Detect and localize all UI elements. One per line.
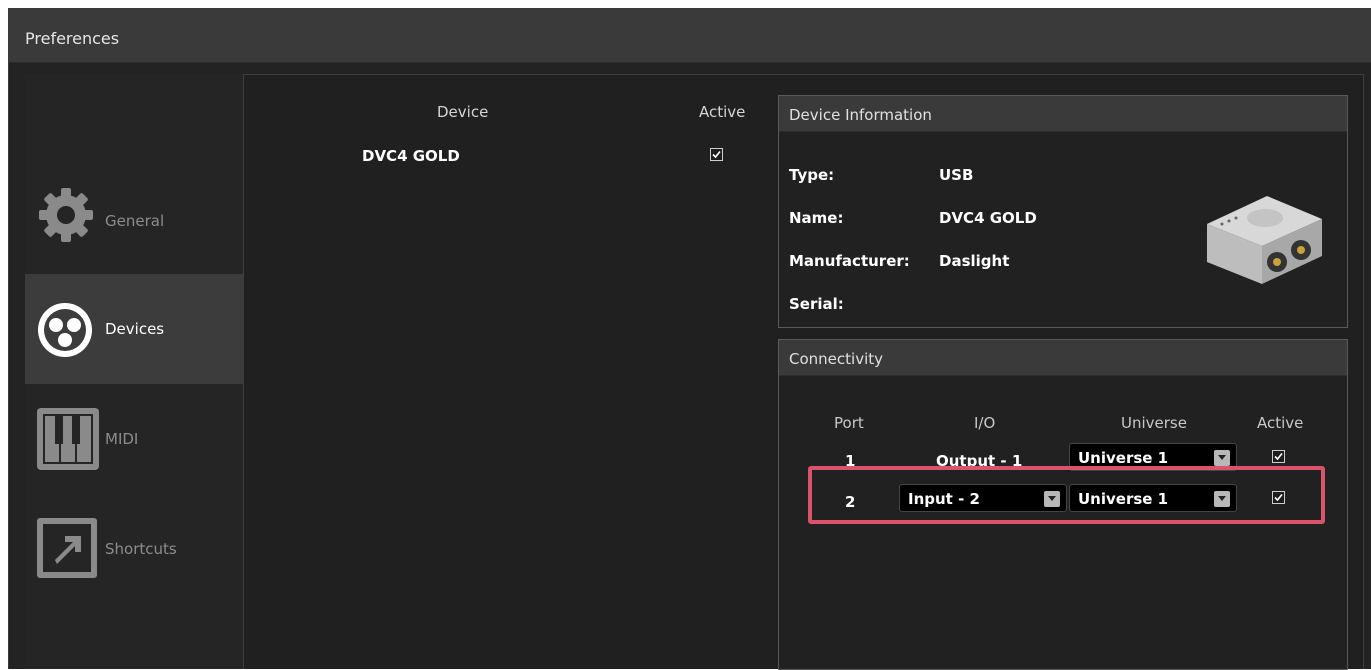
piano-keys-icon xyxy=(35,406,101,476)
sidebar-item-label: General xyxy=(105,212,165,230)
manufacturer-value: Daslight xyxy=(939,252,1010,270)
port-column-header: Port xyxy=(834,414,864,432)
name-value: DVC4 GOLD xyxy=(939,209,1037,227)
shortcut-arrow-icon xyxy=(35,516,99,584)
sidebar: General Devices MIDI Shortcuts xyxy=(25,74,243,669)
manufacturer-label: Manufacturer: xyxy=(789,252,910,270)
device-information-header: Device Information xyxy=(779,96,1347,132)
title-bar: Preferences xyxy=(9,8,1371,63)
io-column-header: I/O xyxy=(974,414,996,432)
type-value: USB xyxy=(939,166,974,184)
universe-column-header: Universe xyxy=(1121,414,1187,432)
sidebar-item-devices[interactable]: Devices xyxy=(25,274,243,384)
active-column-header: Active xyxy=(1257,414,1304,432)
sidebar-item-label: Shortcuts xyxy=(105,540,177,558)
device-information-group: Device Information Type: USB Name: DVC4 … xyxy=(778,95,1348,328)
active-column-header: Active xyxy=(699,103,746,121)
serial-label: Serial: xyxy=(789,295,844,313)
device-information-title: Device Information xyxy=(789,106,932,124)
preferences-window: Preferences General Devices MIDI Shortcu… xyxy=(8,8,1371,670)
port-active-checkbox[interactable] xyxy=(1272,450,1285,463)
sidebar-item-midi[interactable]: MIDI xyxy=(25,384,243,494)
type-label: Type: xyxy=(789,166,835,184)
device-name[interactable]: DVC4 GOLD xyxy=(362,147,460,165)
device-image xyxy=(1197,184,1327,298)
devices-panel: Device Active DVC4 GOLD Device Informati… xyxy=(243,74,1364,670)
chevron-down-icon xyxy=(1214,450,1230,466)
dmx-connector-icon xyxy=(35,300,95,364)
sidebar-item-general[interactable]: General xyxy=(25,166,243,276)
device-active-checkbox[interactable] xyxy=(710,148,723,161)
connectivity-header: Connectivity xyxy=(779,340,1347,376)
window-title: Preferences xyxy=(25,29,120,48)
universe-select-value: Universe 1 xyxy=(1078,449,1169,467)
sidebar-item-shortcuts[interactable]: Shortcuts xyxy=(25,494,243,604)
name-label: Name: xyxy=(789,209,844,227)
row-highlight xyxy=(808,466,1325,524)
device-column-header: Device xyxy=(437,103,489,121)
gear-icon xyxy=(35,184,97,250)
sidebar-item-label: MIDI xyxy=(105,430,139,448)
sidebar-item-label: Devices xyxy=(105,320,165,338)
connectivity-title: Connectivity xyxy=(789,350,883,368)
